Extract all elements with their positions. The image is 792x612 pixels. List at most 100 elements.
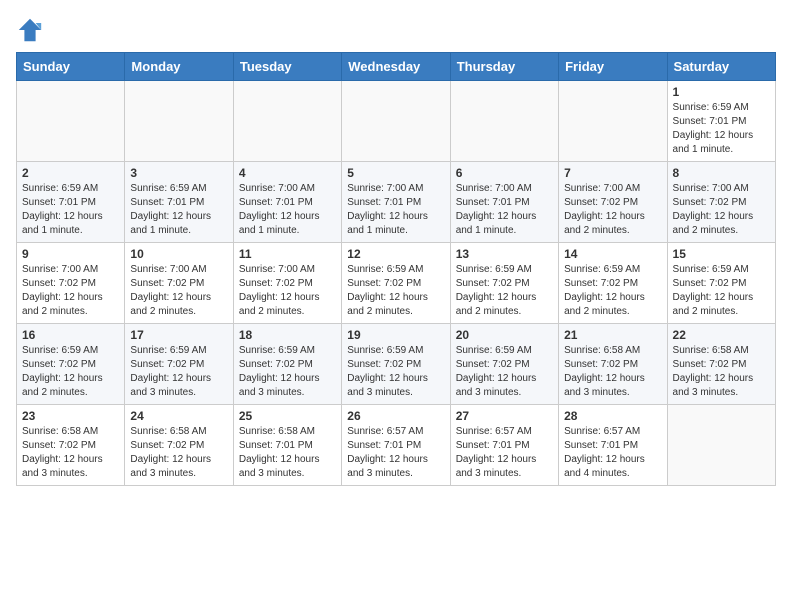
calendar-cell: 16Sunrise: 6:59 AM Sunset: 7:02 PM Dayli… xyxy=(17,324,125,405)
day-info: Sunrise: 6:58 AM Sunset: 7:02 PM Dayligh… xyxy=(22,425,119,481)
calendar-cell: 28 Sunrise: 6:57 AM Sunset: 7:01 PM Dayli… xyxy=(559,405,667,486)
day-info: Sunrise: 6:59 AM Sunset: 7:02 PM Dayligh… xyxy=(456,344,553,400)
calendar-cell: 14 Sunrise: 6:59 AM Sunset: 7:02 PM Dayli… xyxy=(559,243,667,324)
day-number: 10 xyxy=(130,247,227,261)
calendar-cell: 5 Sunrise: 7:00 AM Sunset: 7:01 PM Daylig… xyxy=(342,162,450,243)
day-info: Sunrise: 6:58 AM Sunset: 7:02 PM Dayligh… xyxy=(564,344,661,400)
day-header-sunday: Sunday xyxy=(17,53,125,81)
calendar-cell xyxy=(667,405,775,486)
calendar-cell xyxy=(450,81,558,162)
calendar-cell: 20 Sunrise: 6:59 AM Sunset: 7:02 PM Dayli… xyxy=(450,324,558,405)
day-info: Sunrise: 6:59 AM Sunset: 7:02 PM Dayligh… xyxy=(239,344,336,400)
day-number: 22 xyxy=(673,328,770,342)
logo-icon xyxy=(16,16,44,44)
day-number: 7 xyxy=(564,166,661,180)
calendar-cell: 4 Sunrise: 7:00 AM Sunset: 7:01 PM Daylig… xyxy=(233,162,341,243)
day-number: 2 xyxy=(22,166,119,180)
day-number: 25 xyxy=(239,409,336,423)
calendar-cell xyxy=(559,81,667,162)
calendar-cell: 2 Sunrise: 6:59 AM Sunset: 7:01 PM Daylig… xyxy=(17,162,125,243)
day-number: 6 xyxy=(456,166,553,180)
calendar-cell: 6 Sunrise: 7:00 AM Sunset: 7:01 PM Daylig… xyxy=(450,162,558,243)
day-info: Sunrise: 7:00 AM Sunset: 7:01 PM Dayligh… xyxy=(456,182,553,238)
day-info: Sunrise: 7:00 AM Sunset: 7:02 PM Dayligh… xyxy=(673,182,770,238)
calendar-week-1: 2 Sunrise: 6:59 AM Sunset: 7:01 PM Daylig… xyxy=(17,162,776,243)
calendar-cell: 15 Sunrise: 6:59 AM Sunset: 7:02 PM Dayli… xyxy=(667,243,775,324)
day-number: 17 xyxy=(130,328,227,342)
calendar-cell: 26 Sunrise: 6:57 AM Sunset: 7:01 PM Dayli… xyxy=(342,405,450,486)
day-header-saturday: Saturday xyxy=(667,53,775,81)
calendar-week-2: 9 Sunrise: 7:00 AM Sunset: 7:02 PM Daylig… xyxy=(17,243,776,324)
calendar-cell: 25 Sunrise: 6:58 AM Sunset: 7:01 PM Dayli… xyxy=(233,405,341,486)
calendar-cell: 12Sunrise: 6:59 AM Sunset: 7:02 PM Dayli… xyxy=(342,243,450,324)
day-info: Sunrise: 6:59 AM Sunset: 7:02 PM Dayligh… xyxy=(673,263,770,319)
day-info: Sunrise: 6:57 AM Sunset: 7:01 PM Dayligh… xyxy=(564,425,661,481)
calendar-cell xyxy=(17,81,125,162)
calendar-week-0: 1 Sunrise: 6:59 AM Sunset: 7:01 PM Daylig… xyxy=(17,81,776,162)
day-info: Sunrise: 6:59 AM Sunset: 7:01 PM Dayligh… xyxy=(130,182,227,238)
day-info: Sunrise: 6:59 AM Sunset: 7:02 PM Dayligh… xyxy=(456,263,553,319)
day-number: 21 xyxy=(564,328,661,342)
calendar-cell: 22 Sunrise: 6:58 AM Sunset: 7:02 PM Dayli… xyxy=(667,324,775,405)
day-number: 3 xyxy=(130,166,227,180)
calendar-cell: 19 Sunrise: 6:59 AM Sunset: 7:02 PM Dayli… xyxy=(342,324,450,405)
day-number: 18 xyxy=(239,328,336,342)
day-number: 11 xyxy=(239,247,336,261)
calendar-week-3: 16 Sunrise: 6:59 AM Sunset: 7:02 PM Dayli… xyxy=(17,324,776,405)
calendar-cell: 1 Sunrise: 6:59 AM Sunset: 7:01 PM Daylig… xyxy=(667,81,775,162)
day-header-tuesday: Tuesday xyxy=(233,53,341,81)
day-number: 5 xyxy=(347,166,444,180)
day-number: 8 xyxy=(673,166,770,180)
calendar-cell xyxy=(125,81,233,162)
day-info: Sunrise: 6:58 AM Sunset: 7:02 PM Dayligh… xyxy=(130,425,227,481)
calendar-header-row: SundayMondayTuesdayWednesdayThursdayFrid… xyxy=(17,53,776,81)
day-info: Sunrise: 6:57 AM Sunset: 7:01 PM Dayligh… xyxy=(347,425,444,481)
page-header xyxy=(16,16,776,44)
calendar-cell: 10 Sunrise: 7:00 AM Sunset: 7:02 PM Dayli… xyxy=(125,243,233,324)
day-info: Sunrise: 6:58 AM Sunset: 7:02 PM Dayligh… xyxy=(673,344,770,400)
day-header-wednesday: Wednesday xyxy=(342,53,450,81)
day-info: Sunrise: 6:58 AM Sunset: 7:01 PM Dayligh… xyxy=(239,425,336,481)
day-info: Sunrise: 6:59 AM Sunset: 7:01 PM Dayligh… xyxy=(673,101,770,157)
day-info: Sunrise: 6:59 AM Sunset: 7:01 PM Dayligh… xyxy=(22,182,119,238)
day-number: 1 xyxy=(673,85,770,99)
day-info: Sunrise: 6:57 AM Sunset: 7:01 PM Dayligh… xyxy=(456,425,553,481)
calendar-cell: 3 Sunrise: 6:59 AM Sunset: 7:01 PM Daylig… xyxy=(125,162,233,243)
calendar-cell: 24 Sunrise: 6:58 AM Sunset: 7:02 PM Dayli… xyxy=(125,405,233,486)
day-number: 16 xyxy=(22,328,119,342)
day-number: 19 xyxy=(347,328,444,342)
day-header-monday: Monday xyxy=(125,53,233,81)
calendar-cell: 9 Sunrise: 7:00 AM Sunset: 7:02 PM Daylig… xyxy=(17,243,125,324)
day-info: Sunrise: 7:00 AM Sunset: 7:02 PM Dayligh… xyxy=(130,263,227,319)
day-number: 15 xyxy=(673,247,770,261)
day-number: 12 xyxy=(347,247,444,261)
day-info: Sunrise: 7:00 AM Sunset: 7:01 PM Dayligh… xyxy=(239,182,336,238)
day-number: 20 xyxy=(456,328,553,342)
calendar-table: SundayMondayTuesdayWednesdayThursdayFrid… xyxy=(16,52,776,486)
day-info: Sunrise: 7:00 AM Sunset: 7:01 PM Dayligh… xyxy=(347,182,444,238)
calendar-cell: 8 Sunrise: 7:00 AM Sunset: 7:02 PM Daylig… xyxy=(667,162,775,243)
calendar-cell: 23 Sunrise: 6:58 AM Sunset: 7:02 PM Dayli… xyxy=(17,405,125,486)
day-header-thursday: Thursday xyxy=(450,53,558,81)
day-number: 24 xyxy=(130,409,227,423)
day-info: Sunrise: 7:00 AM Sunset: 7:02 PM Dayligh… xyxy=(564,182,661,238)
day-number: 28 xyxy=(564,409,661,423)
day-info: Sunrise: 6:59 AM Sunset: 7:02 PM Dayligh… xyxy=(564,263,661,319)
day-number: 13 xyxy=(456,247,553,261)
calendar-cell: 11 Sunrise: 7:00 AM Sunset: 7:02 PM Dayli… xyxy=(233,243,341,324)
day-info: Sunrise: 6:59 AM Sunset: 7:02 PM Dayligh… xyxy=(347,344,444,400)
day-number: 26 xyxy=(347,409,444,423)
calendar-cell: 21 Sunrise: 6:58 AM Sunset: 7:02 PM Dayli… xyxy=(559,324,667,405)
day-number: 9 xyxy=(22,247,119,261)
logo xyxy=(16,16,48,44)
calendar-cell: 27 Sunrise: 6:57 AM Sunset: 7:01 PM Dayli… xyxy=(450,405,558,486)
day-number: 23 xyxy=(22,409,119,423)
calendar-cell: 18 Sunrise: 6:59 AM Sunset: 7:02 PM Dayli… xyxy=(233,324,341,405)
calendar-week-4: 23 Sunrise: 6:58 AM Sunset: 7:02 PM Dayli… xyxy=(17,405,776,486)
day-info: Sunrise: 7:00 AM Sunset: 7:02 PM Dayligh… xyxy=(239,263,336,319)
day-number: 4 xyxy=(239,166,336,180)
day-number: 27 xyxy=(456,409,553,423)
day-info: Sunrise: 7:00 AM Sunset: 7:02 PM Dayligh… xyxy=(22,263,119,319)
day-number: 14 xyxy=(564,247,661,261)
calendar-cell xyxy=(342,81,450,162)
